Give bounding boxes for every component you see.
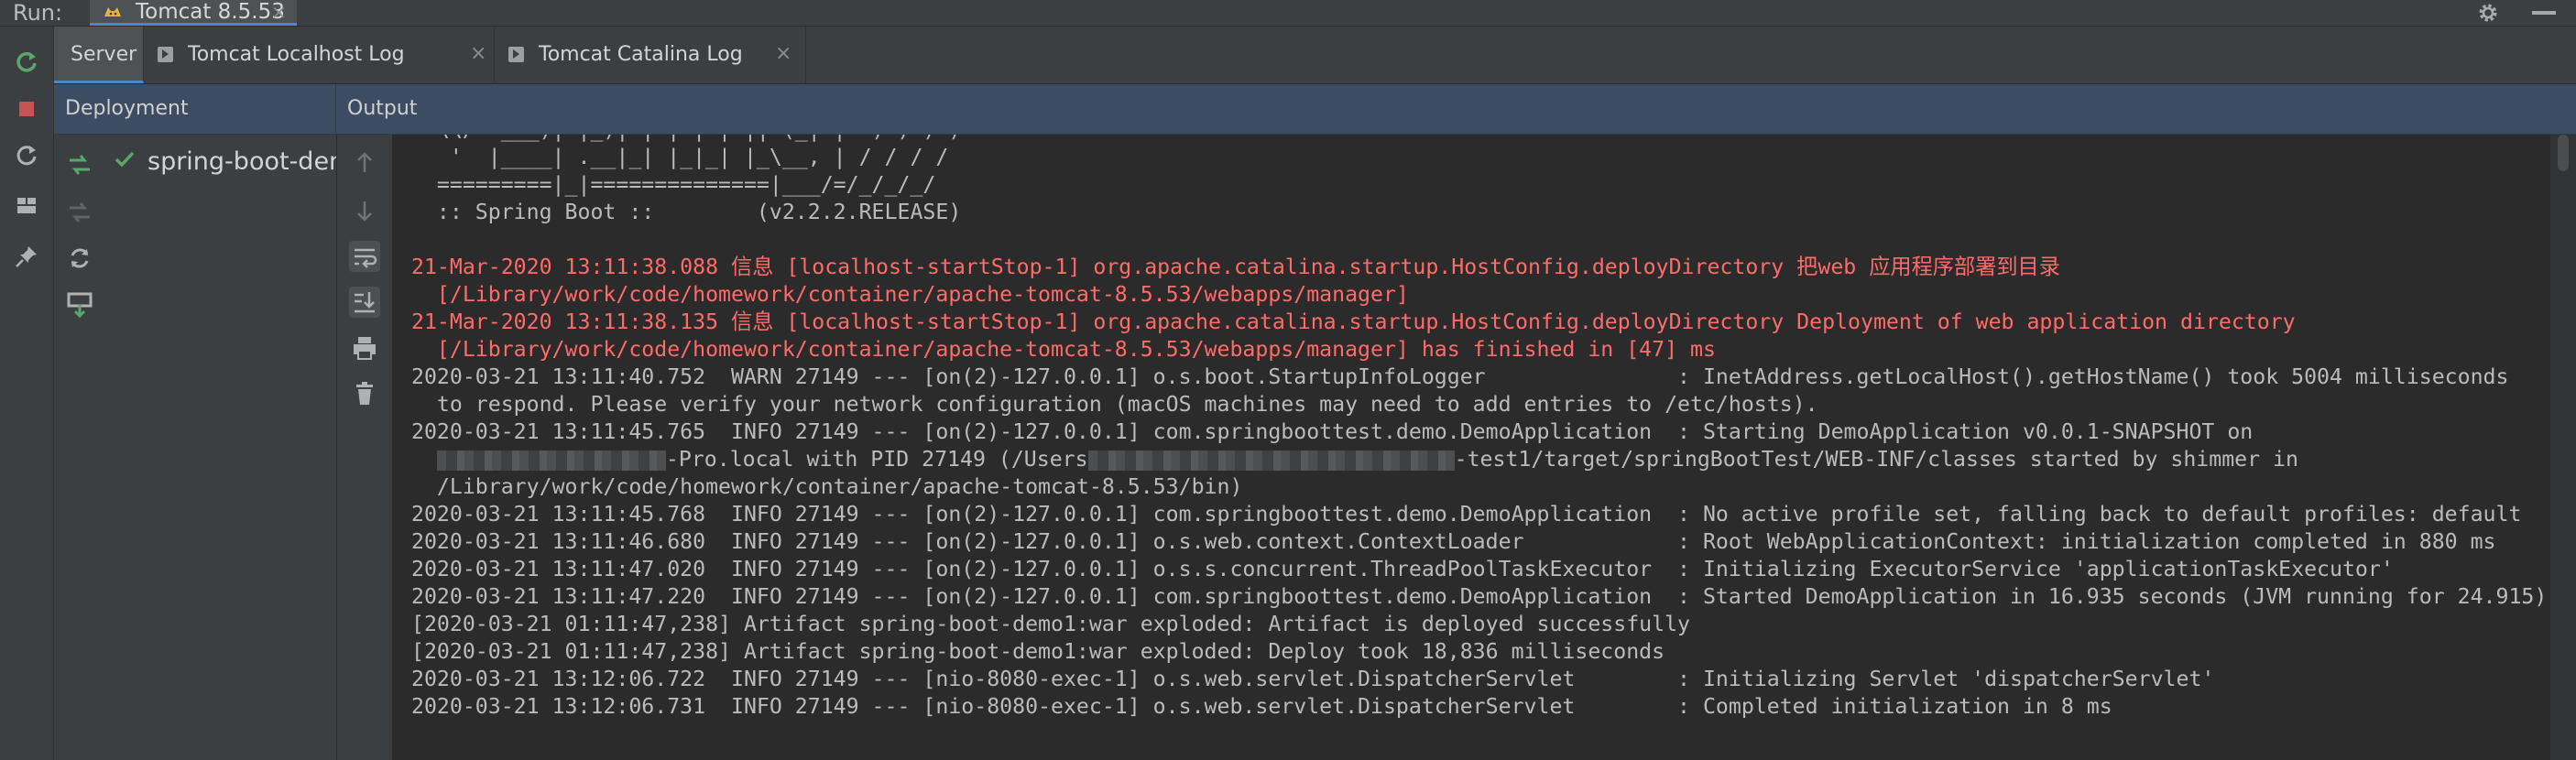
deploy-icon[interactable] [64, 288, 95, 320]
console-lines: \\/ ___)| |_)| | | | | || (_| | ) ) ) ) … [411, 135, 2547, 721]
console-line: 2020-03-21 13:11:47.020 INFO 27149 --- [… [411, 557, 2394, 581]
run-side-toolbar [0, 27, 54, 760]
refresh-icon[interactable] [64, 243, 95, 274]
console-line: [2020-03-21 01:11:47,238] Artifact sprin… [411, 612, 1691, 636]
redacted-text [436, 450, 666, 471]
console-text: -Pro.local with PID 27149 (/Users [665, 447, 1088, 472]
console-line: -Pro.local with PID 27149 (/Users -test1/… [411, 446, 2547, 473]
tab-tomcat-localhost-log[interactable]: Tomcat Localhost Log × [144, 27, 495, 83]
console-line: \\/ ___)| |_)| | | | | || (_| | ) ) ) ) [411, 135, 2547, 144]
close-icon[interactable]: × [271, 0, 287, 24]
check-icon [115, 151, 135, 168]
deployment-panel: spring-boot-demo1:war exploded [54, 135, 337, 760]
console-line: ' |____| .__|_| |_|_| |_\__, | / / / / [411, 145, 949, 169]
tab-label: Tomcat Localhost Log [188, 43, 405, 66]
console-line: 2020-03-21 13:12:06.722 INFO 27149 --- [… [411, 667, 2215, 691]
scroll-to-end-icon[interactable] [349, 287, 380, 318]
log-icon [508, 47, 524, 62]
panel-headers: Deployment Output [54, 84, 2576, 135]
print-icon[interactable] [349, 332, 380, 364]
tomcat-icon [104, 7, 121, 16]
console-text: -test1/target/springBootTest/WEB-INF/cla… [1454, 447, 2298, 472]
run-config-title: Tomcat 8.5.53 [136, 0, 285, 24]
console-scrollbar[interactable] [2550, 135, 2576, 760]
tab-server[interactable]: Server [54, 27, 144, 83]
tab-label: Tomcat Catalina Log [539, 43, 743, 66]
minimize-icon[interactable] [2532, 11, 2556, 15]
clear-icon[interactable] [349, 378, 380, 409]
header-divider[interactable] [335, 84, 336, 134]
console-line: :: Spring Boot :: (v2.2.2.RELEASE) [411, 200, 962, 224]
run-toolbar: Run: Tomcat 8.5.53 × [0, 0, 2576, 27]
log-icon [158, 47, 173, 62]
layout-icon[interactable] [13, 191, 40, 219]
gear-icon[interactable] [2477, 2, 2499, 24]
deployment-header: Deployment [65, 97, 189, 120]
console-line: 2020-03-21 13:11:46.680 INFO 27149 --- [… [411, 529, 2496, 554]
scroll-up-icon[interactable] [349, 147, 380, 179]
console-line: /Library/work/code/homework/container/ap… [411, 474, 1243, 499]
redacted-text [1087, 450, 1455, 471]
close-icon[interactable]: × [775, 27, 791, 81]
tab-label: Server [71, 43, 137, 66]
deployment-item[interactable]: spring-boot-demo1:war exploded [113, 144, 336, 180]
console-output[interactable]: \\/ ___)| |_)| | | | | || (_| | ) ) ) ) … [393, 135, 2550, 760]
soft-wrap-icon[interactable] [349, 241, 380, 272]
run-label: Run: [13, 0, 63, 26]
deployment-toolbar [54, 135, 107, 760]
update-icon[interactable] [13, 142, 40, 169]
run-config-tab[interactable]: Tomcat 8.5.53 × [90, 0, 297, 26]
console-line: [/Library/work/code/homework/container/a… [411, 282, 1409, 307]
output-toolbar [337, 135, 393, 760]
console-line: 2020-03-21 13:12:06.731 INFO 27149 --- [… [411, 694, 2112, 719]
pin-icon[interactable] [13, 243, 40, 270]
console-line: 2020-03-21 13:11:47.220 INFO 27149 --- [… [411, 584, 2548, 609]
output-header: Output [347, 97, 418, 120]
stop-icon[interactable] [13, 95, 40, 123]
scrollbar-thumb[interactable] [2558, 135, 2569, 171]
tab-tomcat-catalina-log[interactable]: Tomcat Catalina Log × [495, 27, 806, 83]
close-icon[interactable]: × [470, 27, 486, 81]
deployment-item-name: spring-boot-demo1:war exploded [147, 147, 336, 176]
console-line: =========|_|==============|___/=/_/_/_/ [411, 172, 936, 197]
console-line: 2020-03-21 13:11:45.768 INFO 27149 --- [… [411, 502, 2522, 527]
undeploy-icon[interactable] [64, 197, 95, 228]
rerun-icon[interactable] [13, 49, 40, 76]
console-line: 21-Mar-2020 13:11:38.135 信息 [localhost-s… [411, 309, 2296, 334]
deploy-all-icon[interactable] [64, 149, 95, 180]
console-line: to respond. Please verify your network c… [411, 392, 1818, 417]
console-line: 2020-03-21 13:11:40.752 WARN 27149 --- [… [411, 364, 2509, 389]
console-line: [2020-03-21 01:11:47,238] Artifact sprin… [411, 639, 1665, 664]
scroll-down-icon[interactable] [349, 195, 380, 226]
console-line: [/Library/work/code/homework/container/a… [411, 337, 1716, 362]
console-line: 2020-03-21 13:11:45.765 INFO 27149 --- [… [411, 419, 2254, 444]
tool-window-tabs: Server Tomcat Localhost Log × Tomcat Cat… [54, 27, 2576, 84]
console-line: 21-Mar-2020 13:11:38.088 信息 [localhost-s… [411, 255, 2060, 279]
